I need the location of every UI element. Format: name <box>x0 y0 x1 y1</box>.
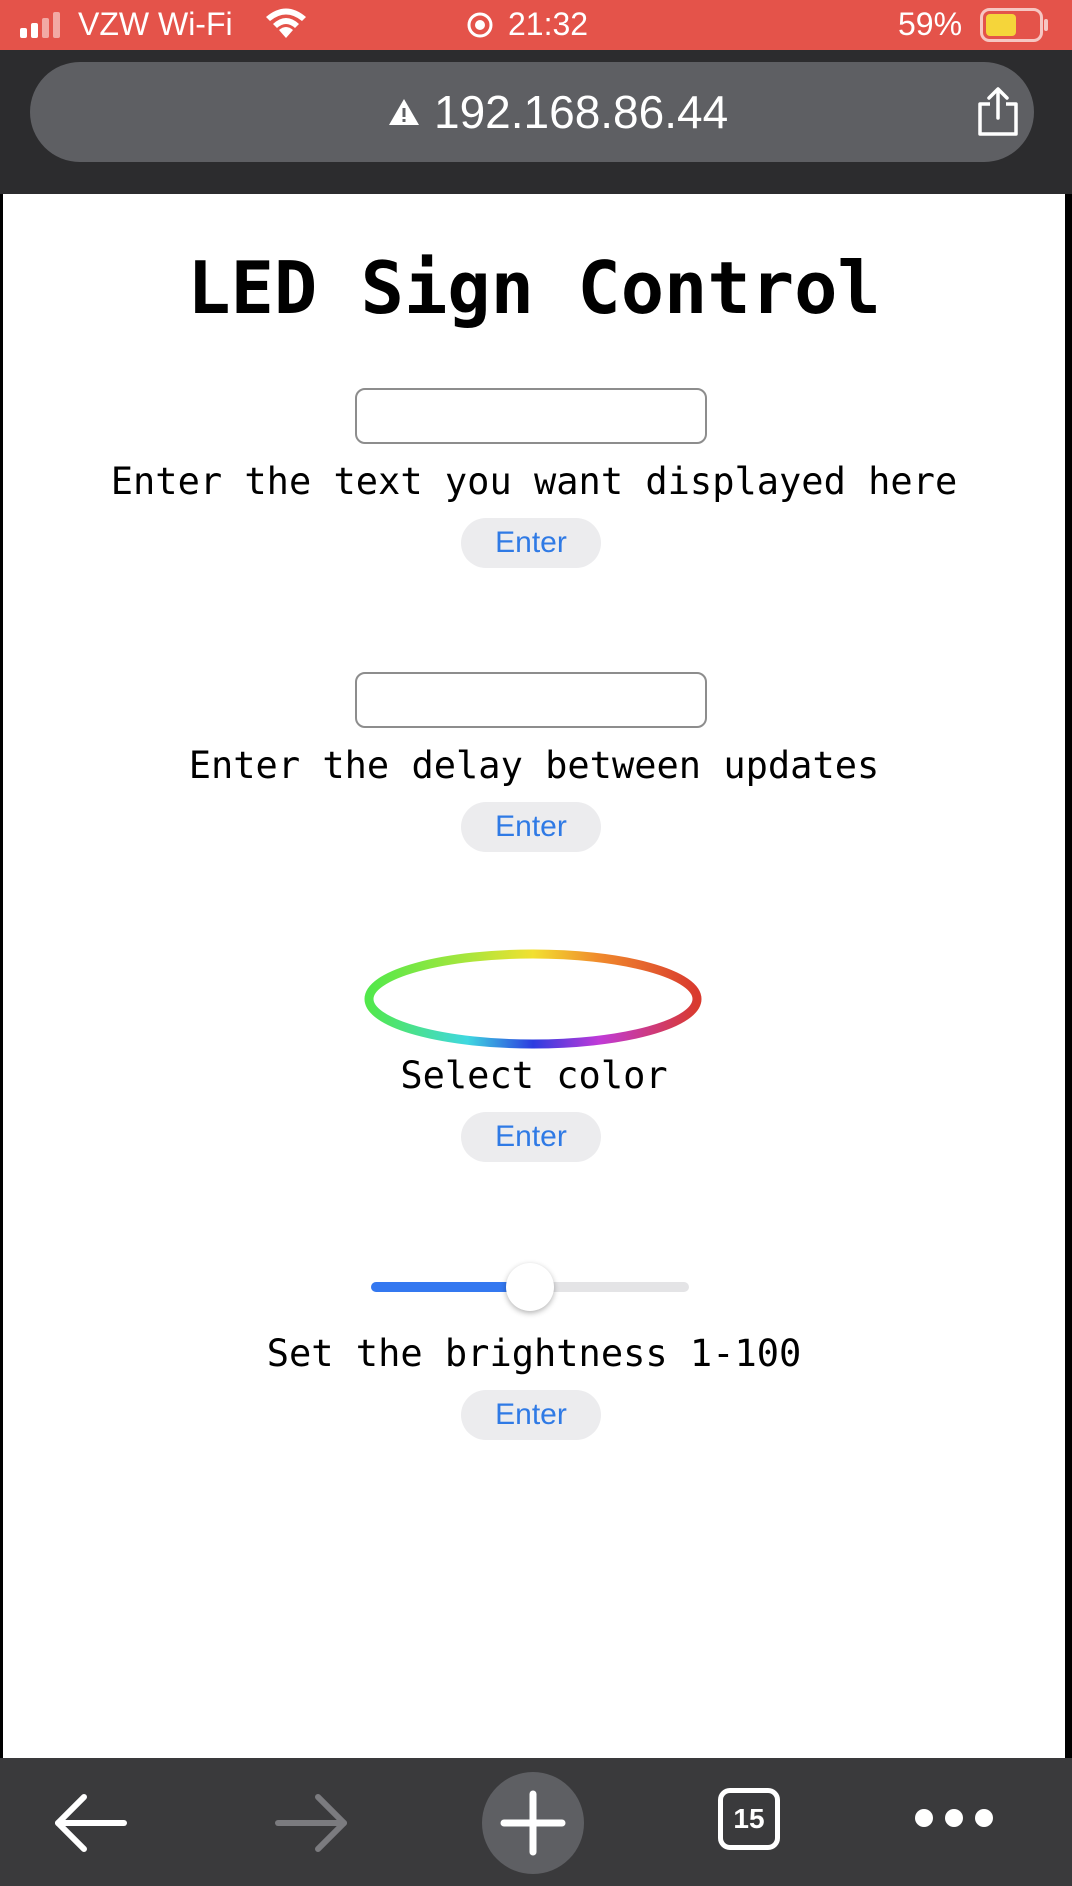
brightness-slider[interactable] <box>371 1263 689 1311</box>
page-title: LED Sign Control <box>187 246 881 330</box>
status-bar: VZW Wi-Fi 21:32 59% <box>0 0 1072 50</box>
delay-enter-button[interactable]: Enter <box>461 802 601 852</box>
browser-address-area: 192.168.86.44 <box>0 50 1072 194</box>
battery-percent: 59% <box>898 6 963 42</box>
delay-label: Enter the delay between updates <box>188 744 880 787</box>
tab-count: 15 <box>733 1803 765 1834</box>
color-label: Select color <box>400 1054 668 1097</box>
warning-icon <box>389 99 419 125</box>
display-text-enter-button[interactable]: Enter <box>461 518 601 568</box>
delay-input[interactable] <box>355 672 707 728</box>
brightness-enter-button[interactable]: Enter <box>461 1390 601 1440</box>
carrier-name: VZW Wi-Fi <box>78 6 233 42</box>
display-text-label: Enter the text you want displayed here <box>110 460 958 503</box>
battery-icon <box>980 8 1048 42</box>
clock: 21:32 <box>508 6 589 42</box>
color-enter-button[interactable]: Enter <box>461 1112 601 1162</box>
brightness-label: Set the brightness 1-100 <box>266 1332 802 1375</box>
back-arrow-icon[interactable] <box>52 1792 128 1854</box>
color-picker[interactable] <box>363 948 703 1050</box>
web-page: LED Sign Control Enter the text you want… <box>3 194 1065 1758</box>
url-text[interactable]: 192.168.86.44 <box>434 86 728 138</box>
new-tab-button[interactable] <box>482 1772 584 1874</box>
display-text-input[interactable] <box>355 388 707 444</box>
screen: VZW Wi-Fi 21:32 59% 192.168.86.44 LED Si… <box>0 0 1072 1886</box>
address-bar[interactable]: 192.168.86.44 <box>30 62 1034 162</box>
wifi-icon <box>266 8 306 38</box>
plus-icon <box>500 1790 566 1856</box>
signal-icon <box>20 12 60 38</box>
share-icon[interactable] <box>974 86 1022 138</box>
tabs-button[interactable]: 15 <box>718 1788 788 1858</box>
orientation-lock-icon <box>467 12 493 38</box>
more-icon[interactable] <box>912 1806 996 1830</box>
browser-toolbar: 15 <box>0 1758 1072 1886</box>
forward-arrow-icon[interactable] <box>274 1792 350 1854</box>
brightness-slider-thumb[interactable] <box>506 1263 554 1311</box>
